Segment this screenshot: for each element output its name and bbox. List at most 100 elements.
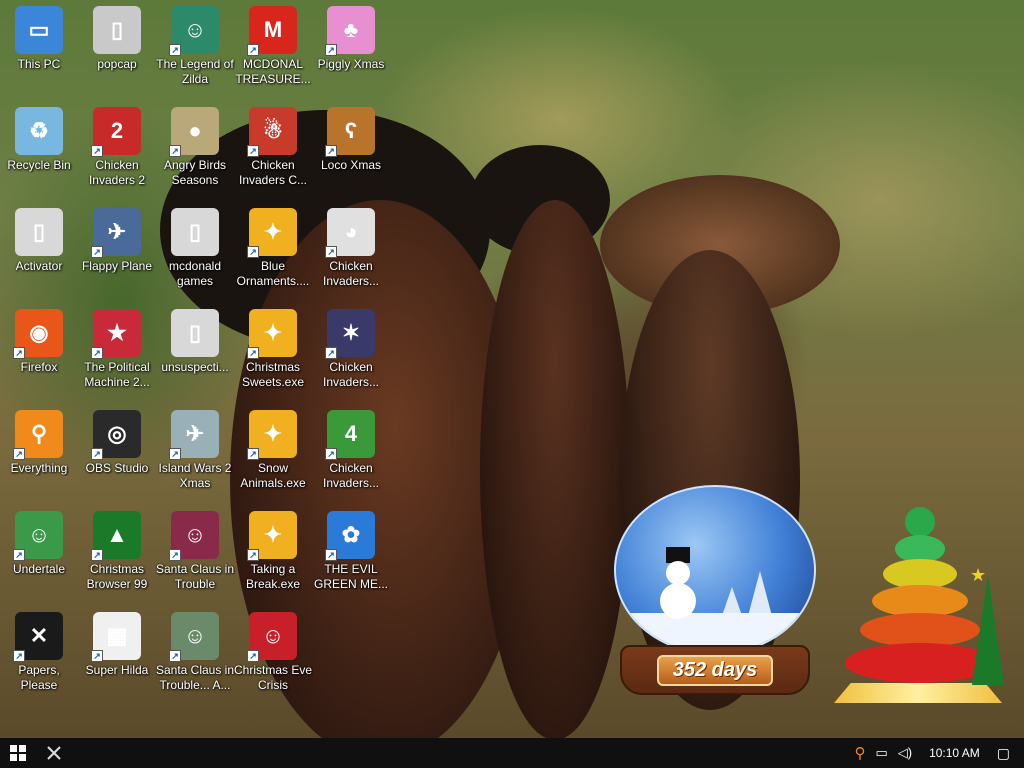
political-icon: ★ ↗ bbox=[91, 309, 141, 359]
search-tray-icon[interactable]: ⚲ bbox=[854, 744, 865, 762]
shortcut-arrow-icon: ↗ bbox=[325, 549, 337, 561]
desktop-icon-label: Recycle Bin bbox=[7, 158, 71, 172]
desktop-icon[interactable]: ☺ ↗ The Legend of Zilda bbox=[156, 0, 234, 96]
christmas-tree-icon: ▲ ↗ bbox=[91, 511, 141, 561]
desktop-icon-label: Activator bbox=[15, 259, 63, 273]
desktop-icon[interactable]: ● ↗ Angry Birds Seasons bbox=[157, 101, 233, 197]
desktop-icon[interactable]: ʕ ↗ Loco Xmas bbox=[313, 101, 389, 197]
desktop-icon[interactable]: ▦ ↗ Super Hilda bbox=[79, 606, 155, 702]
pig-icon: ♣ ↗ bbox=[325, 6, 375, 56]
desktop-icon-label: mcdonald games bbox=[168, 259, 222, 288]
desktop-icon[interactable]: ◕ ↗ Chicken Invaders... bbox=[313, 202, 389, 298]
snowman-head-icon bbox=[666, 561, 690, 585]
shortcut-arrow-icon: ↗ bbox=[13, 650, 25, 662]
desktop-icon[interactable]: ☺ ↗ Christmas Eve Crisis bbox=[234, 606, 312, 702]
desktop-icon[interactable]: ✦ ↗ Blue Ornaments.... bbox=[235, 202, 311, 298]
small-tree-icon bbox=[972, 575, 1004, 685]
desktop-icon[interactable]: ☺ ↗ Santa Claus in Trouble bbox=[155, 505, 235, 601]
desktop-icon[interactable]: ▯ popcap bbox=[79, 0, 155, 96]
desktop-icon-label: Santa Claus in Trouble... A... bbox=[155, 663, 235, 692]
desktop-icon-label: Angry Birds Seasons bbox=[163, 158, 227, 187]
folder-icon: ▯ bbox=[171, 208, 219, 256]
shortcut-arrow-icon: ↗ bbox=[13, 448, 25, 460]
shortcut-arrow-icon: ↗ bbox=[169, 145, 181, 157]
desktop-icon[interactable]: ✿ ↗ THE EVIL GREEN ME... bbox=[313, 505, 389, 601]
obs-icon: ◎ ↗ bbox=[91, 410, 141, 460]
desktop-icon[interactable]: ▭ This PC bbox=[1, 0, 77, 96]
shortcut-arrow-icon: ↗ bbox=[247, 246, 259, 258]
desktop-icon[interactable]: M ↗ MCDONAL TREASURE... bbox=[235, 0, 311, 96]
desktop-icon-label: Chicken Invaders C... bbox=[238, 158, 308, 187]
notification-icon[interactable]: ▢ bbox=[997, 745, 1010, 762]
game-icon: ✈ ↗ bbox=[169, 410, 219, 460]
shortcut-arrow-icon: ↗ bbox=[247, 347, 259, 359]
file-icon: ▯ bbox=[15, 208, 63, 256]
puzzle-icon: ✦ ↗ bbox=[247, 309, 297, 359]
chicken-icon: ◕ ↗ bbox=[325, 208, 375, 258]
desktop-icon[interactable]: ◎ ↗ OBS Studio bbox=[79, 404, 155, 500]
desktop-icon[interactable]: ★ ↗ The Political Machine 2... bbox=[79, 303, 155, 399]
desktop-icon[interactable]: ♻ Recycle Bin bbox=[1, 101, 77, 197]
desktop-icon[interactable]: ▯ Activator bbox=[1, 202, 77, 298]
game-icon: ✈ ↗ bbox=[91, 208, 141, 258]
chicken-icon: 4 ↗ bbox=[325, 410, 375, 460]
desktop-icon[interactable]: ✕ ↗ Papers, Please bbox=[1, 606, 77, 702]
puzzle-icon: ✦ ↗ bbox=[247, 410, 297, 460]
desktop-icon[interactable]: ☃ ↗ Chicken Invaders C... bbox=[235, 101, 311, 197]
desktop-icon-label: OBS Studio bbox=[85, 461, 149, 475]
desktop-icon[interactable]: ☺ ↗ Undertale bbox=[1, 505, 77, 601]
network-icon[interactable]: ▭ bbox=[875, 745, 887, 761]
desktop-icon[interactable]: 4 ↗ Chicken Invaders... bbox=[313, 404, 389, 500]
mcdonalds-icon: M ↗ bbox=[247, 6, 297, 56]
christmas-tree-gadget[interactable]: ★ bbox=[820, 485, 1020, 725]
pixel-icon: ▦ ↗ bbox=[91, 612, 141, 662]
desktop-icon-label: Loco Xmas bbox=[320, 158, 382, 172]
shortcut-arrow-icon: ↗ bbox=[325, 145, 337, 157]
puzzle-icon: ✦ ↗ bbox=[247, 208, 297, 258]
bear-icon: ʕ ↗ bbox=[325, 107, 375, 157]
shortcut-arrow-icon: ↗ bbox=[325, 44, 337, 56]
wallpaper-figure-2 bbox=[480, 200, 630, 740]
desktop-icon[interactable]: ☺ ↗ Santa Claus in Trouble... A... bbox=[155, 606, 235, 702]
desktop-icon[interactable]: ✶ ↗ Chicken Invaders... bbox=[313, 303, 389, 399]
desktop-icon[interactable]: ◉ ↗ Firefox bbox=[1, 303, 77, 399]
desktop-icon-label: The Legend of Zilda bbox=[156, 57, 234, 86]
shortcut-arrow-icon: ↗ bbox=[91, 347, 103, 359]
shortcut-arrow-icon: ↗ bbox=[91, 246, 103, 258]
shortcut-arrow-icon: ↗ bbox=[91, 549, 103, 561]
desktop-icon-label: Santa Claus in Trouble bbox=[155, 562, 235, 591]
desktop-icon[interactable]: ▲ ↗ Christmas Browser 99 bbox=[79, 505, 155, 601]
system-tray: ⚲ ▭ ◁) 10:10 AM ▢ bbox=[849, 738, 1024, 768]
shortcut-arrow-icon: ↗ bbox=[325, 246, 337, 258]
search-icon: ⚲ ↗ bbox=[13, 410, 63, 460]
msn-icon: ✿ ↗ bbox=[325, 511, 375, 561]
recycle-bin-icon: ♻ bbox=[15, 107, 63, 155]
desktop-icon[interactable]: ✈ ↗ Island Wars 2 Xmas bbox=[157, 404, 233, 500]
desktop-icon-label: MCDONAL TREASURE... bbox=[235, 57, 311, 86]
desktop-icon[interactable]: 2 ↗ Chicken Invaders 2 bbox=[79, 101, 155, 197]
desktop-icon[interactable]: ✦ ↗ Snow Animals.exe bbox=[235, 404, 311, 500]
chicken-icon: ✶ ↗ bbox=[325, 309, 375, 359]
folder-icon: ▯ bbox=[93, 6, 141, 54]
desktop-icon-label: This PC bbox=[17, 57, 61, 71]
santa-icon: ☺ ↗ bbox=[169, 612, 219, 662]
desktop-icon[interactable]: ▯ mcdonald games bbox=[157, 202, 233, 298]
desktop-icon[interactable]: ✈ ↗ Flappy Plane bbox=[79, 202, 155, 298]
desktop-icon[interactable]: ▯ unsuspecti... bbox=[157, 303, 233, 399]
desktop-icon[interactable]: ✦ ↗ Taking a Break.exe bbox=[235, 505, 311, 601]
snow-globe-countdown-gadget[interactable]: 352 days bbox=[614, 485, 816, 701]
shortcut-arrow-icon: ↗ bbox=[91, 448, 103, 460]
tools-icon[interactable] bbox=[36, 738, 72, 768]
papers-please-icon: ✕ ↗ bbox=[13, 612, 63, 662]
tree-base-icon bbox=[834, 683, 1002, 703]
shortcut-arrow-icon: ↗ bbox=[169, 650, 181, 662]
shortcut-arrow-icon: ↗ bbox=[247, 650, 259, 662]
desktop-icon[interactable]: ✦ ↗ Christmas Sweets.exe bbox=[235, 303, 311, 399]
volume-icon[interactable]: ◁) bbox=[898, 745, 912, 761]
desktop-icon[interactable]: ⚲ ↗ Everything bbox=[1, 404, 77, 500]
desktop-icon[interactable]: ♣ ↗ Piggly Xmas bbox=[313, 0, 389, 96]
file-icon: ▯ bbox=[171, 309, 219, 357]
chicken-icon: 2 ↗ bbox=[91, 107, 141, 157]
clock[interactable]: 10:10 AM bbox=[929, 746, 980, 760]
windows-start-icon[interactable] bbox=[0, 738, 36, 768]
